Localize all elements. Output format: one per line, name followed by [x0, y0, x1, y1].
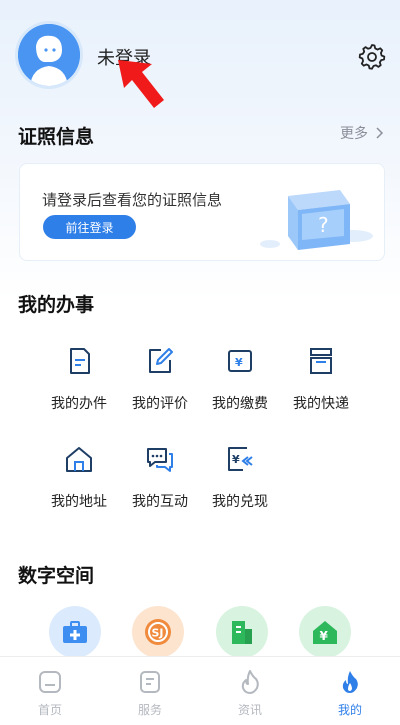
service-tab-icon	[140, 671, 160, 693]
settings-gear-icon[interactable]	[358, 42, 386, 70]
edit-icon	[149, 348, 173, 373]
tab-label: 服务	[137, 703, 162, 717]
space-item-housing-fund[interactable]: ¥	[299, 606, 351, 658]
svg-text:¥: ¥	[235, 356, 243, 369]
building-icon	[232, 621, 252, 644]
license-section-title: 证照信息	[18, 126, 95, 148]
affair-item-label: 我的地址	[51, 494, 107, 510]
bottom-tab-bar: 首页 服务 资讯 我的	[0, 656, 400, 725]
space-item-building[interactable]	[216, 606, 268, 658]
space-item-social-security[interactable]: SJ	[132, 606, 184, 658]
chat-icon	[147, 448, 173, 472]
affair-item-label: 我的办件	[51, 396, 107, 412]
tab-label: 首页	[37, 703, 62, 717]
parcel-icon	[310, 348, 332, 374]
more-link[interactable]: 更多	[340, 123, 385, 143]
go-login-button[interactable]: 前往登录	[43, 215, 136, 239]
affair-item-interactions[interactable]: 我的互动	[120, 444, 200, 511]
empty-tray-illustration: ?	[260, 190, 373, 250]
chevron-right-icon	[376, 127, 384, 139]
affair-item-label: 我的缴费	[212, 396, 268, 412]
housing-fund-icon: ¥	[313, 621, 337, 644]
affair-item-label: 我的快递	[293, 396, 349, 412]
affair-item-applications[interactable]: 我的办件	[39, 346, 119, 413]
affair-item-label: 我的评价	[132, 396, 188, 412]
tab-home[interactable]: 首页	[20, 669, 80, 718]
license-login-prompt: 请登录后查看您的证照信息	[42, 191, 223, 209]
digital-space-section-title: 数字空间	[18, 565, 95, 587]
affair-item-address[interactable]: 我的地址	[39, 444, 119, 511]
cash-redeem-icon: ¥	[228, 447, 253, 471]
profile-header: 未登录	[0, 0, 400, 110]
tab-label: 我的	[337, 703, 362, 717]
medical-kit-icon	[63, 621, 87, 643]
tab-mine[interactable]: 我的	[320, 669, 380, 718]
home-tab-icon	[39, 671, 61, 693]
tab-services[interactable]: 服务	[120, 669, 180, 718]
yuan-payment-icon: ¥	[228, 350, 252, 372]
svg-text:SJ: SJ	[152, 627, 164, 640]
social-security-icon: SJ	[145, 619, 171, 645]
affair-item-label: 我的互动	[132, 494, 188, 510]
svg-text:¥: ¥	[232, 453, 240, 466]
space-item-medical[interactable]	[49, 606, 101, 658]
affair-item-label: 我的兑现	[212, 494, 268, 510]
affair-item-express[interactable]: 我的快递	[281, 346, 361, 413]
home-icon	[66, 447, 92, 472]
tab-news[interactable]: 资讯	[220, 669, 280, 718]
mine-flame-icon	[342, 671, 358, 693]
more-label: 更多	[340, 126, 368, 142]
affairs-section-title: 我的办事	[18, 294, 95, 316]
red-arrow-icon	[118, 60, 164, 108]
document-icon	[70, 348, 90, 374]
license-card: 请登录后查看您的证照信息 前往登录 ?	[19, 163, 385, 261]
avatar[interactable]	[18, 24, 80, 86]
affair-item-reviews[interactable]: 我的评价	[120, 346, 200, 413]
news-flame-icon	[241, 670, 259, 694]
svg-text:¥: ¥	[320, 629, 329, 643]
tab-label: 资讯	[237, 703, 262, 717]
svg-text:?: ?	[318, 213, 329, 237]
affair-item-redeem[interactable]: ¥ 我的兑现	[200, 444, 280, 511]
affair-item-payments[interactable]: ¥ 我的缴费	[200, 346, 280, 413]
